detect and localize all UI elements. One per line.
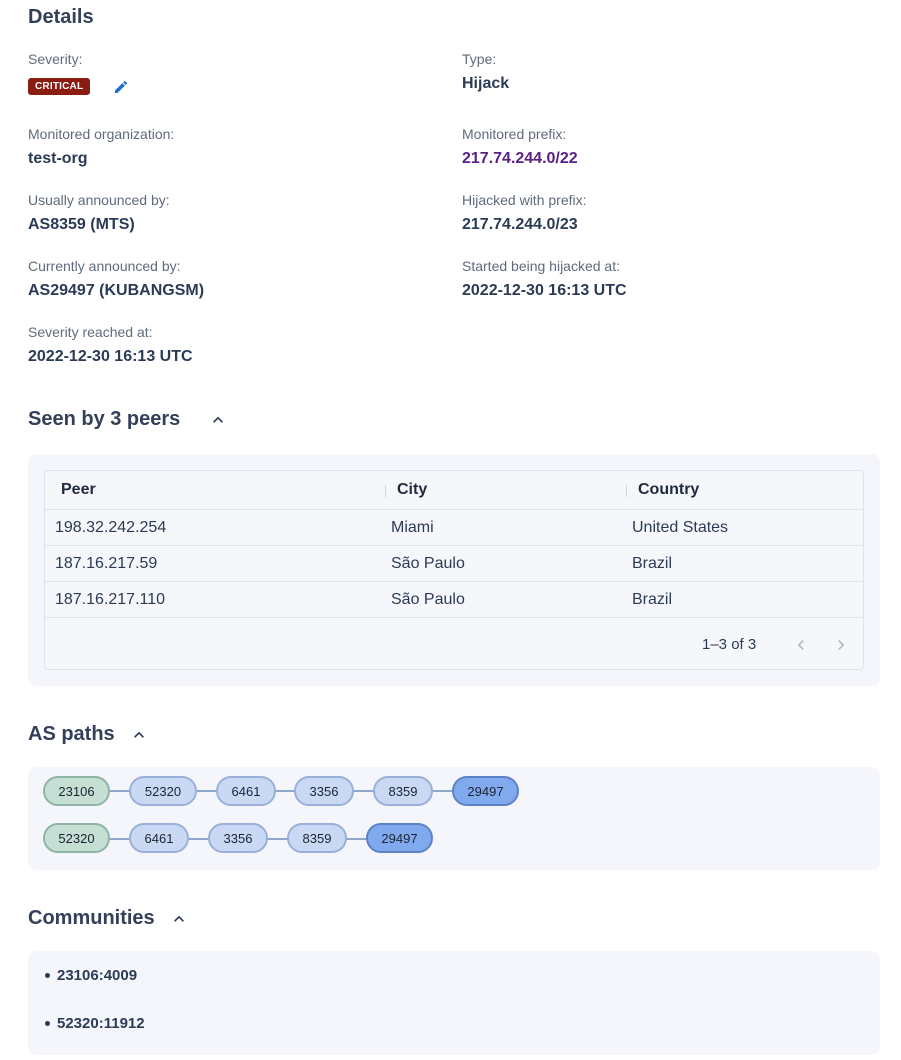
community-value: 52320:11912 <box>57 1015 145 1032</box>
city-cell: São Paulo <box>391 554 465 572</box>
as-node[interactable]: 8359 <box>373 776 433 806</box>
type-value: Hijack <box>462 75 510 92</box>
org-field: Monitored organization: test-org <box>28 125 174 169</box>
as-node[interactable]: 3356 <box>208 823 268 853</box>
hijacked-prefix-value: 217.74.244.0/23 <box>462 216 578 233</box>
peer-cell: 187.16.217.59 <box>55 554 158 572</box>
usual-field: Usually announced by: AS8359 (MTS) <box>28 191 170 235</box>
table-row[interactable]: 187.16.217.110 São Paulo Brazil <box>45 582 863 618</box>
column-header-city[interactable]: City <box>397 471 427 509</box>
usual-label: Usually announced by: <box>28 192 170 208</box>
as-node[interactable]: 29497 <box>366 823 433 853</box>
as-node[interactable]: 52320 <box>43 823 110 853</box>
country-cell: Brazil <box>632 554 673 572</box>
current-field: Currently announced by: AS29497 (KUBANGS… <box>28 257 204 301</box>
as-paths-section-header: AS paths <box>28 723 149 746</box>
chevron-left-icon <box>797 640 804 650</box>
peers-section-header: Seen by 3 peers <box>28 408 228 431</box>
as-node[interactable]: 6461 <box>216 776 276 806</box>
peer-cell: 187.16.217.110 <box>55 590 166 608</box>
table-row[interactable]: 187.16.217.59 São Paulo Brazil <box>45 546 863 582</box>
severity-field: Severity: CRITICAL <box>28 50 129 96</box>
as-node[interactable]: 8359 <box>287 823 347 853</box>
details-title: Details <box>28 6 94 28</box>
as-paths-title: AS paths <box>28 723 115 745</box>
column-separator[interactable] <box>385 485 386 497</box>
peers-panel: Peer City Country 198.32.242.254 Miami U… <box>28 454 880 686</box>
column-header-country[interactable]: Country <box>638 471 699 509</box>
chevron-right-icon <box>838 640 845 650</box>
as-node[interactable]: 29497 <box>452 776 519 806</box>
city-cell: Miami <box>391 518 434 536</box>
previous-page-button[interactable] <box>789 633 813 657</box>
severity-label: Severity: <box>28 51 83 67</box>
bullet-icon <box>45 1021 50 1026</box>
prefix-link[interactable]: 217.74.244.0/22 <box>462 149 578 169</box>
peers-title: Seen by 3 peers <box>28 408 181 430</box>
table-header-row: Peer City Country <box>45 471 863 510</box>
communities-panel: 23106:4009 52320:11912 <box>28 951 880 1055</box>
peers-table: Peer City Country 198.32.242.254 Miami U… <box>44 470 864 670</box>
type-label: Type: <box>462 51 497 67</box>
started-label: Started being hijacked at: <box>462 258 620 274</box>
country-cell: United States <box>632 518 729 536</box>
severity-reached-value: 2022-12-30 16:13 UTC <box>28 348 193 365</box>
org-label: Monitored organization: <box>28 126 175 142</box>
country-cell: Brazil <box>632 590 673 608</box>
city-cell: São Paulo <box>391 590 465 608</box>
severity-reached-field: Severity reached at: 2022-12-30 16:13 UT… <box>28 323 193 367</box>
current-value: AS29497 (KUBANGSM) <box>28 282 205 299</box>
as-node[interactable]: 3356 <box>294 776 354 806</box>
as-node[interactable]: 6461 <box>129 823 189 853</box>
table-row[interactable]: 198.32.242.254 Miami United States <box>45 510 863 546</box>
communities-section-header: Communities <box>28 907 189 930</box>
column-separator[interactable] <box>626 485 627 497</box>
communities-title: Communities <box>28 907 155 929</box>
hijacked-prefix-field: Hijacked with prefix: 217.74.244.0/23 <box>462 191 587 235</box>
chevron-up-icon[interactable] <box>208 410 228 430</box>
as-node[interactable]: 52320 <box>129 776 197 806</box>
started-value: 2022-12-30 16:13 UTC <box>462 282 627 299</box>
as-node[interactable]: 23106 <box>43 776 110 806</box>
prefix-label: Monitored prefix: <box>462 126 567 142</box>
org-value: test-org <box>28 150 88 167</box>
list-item: 23106:4009 <box>45 967 137 984</box>
usual-value: AS8359 (MTS) <box>28 216 135 233</box>
next-page-button[interactable] <box>829 633 853 657</box>
type-field: Type: Hijack <box>462 50 509 94</box>
column-header-peer[interactable]: Peer <box>61 471 96 509</box>
community-value: 23106:4009 <box>57 967 138 984</box>
started-field: Started being hijacked at: 2022-12-30 16… <box>462 257 627 301</box>
table-footer: 1–3 of 3 <box>45 618 863 669</box>
prefix-field: Monitored prefix: 217.74.244.0/22 <box>462 125 578 169</box>
hijacked-prefix-label: Hijacked with prefix: <box>462 192 587 208</box>
edit-icon[interactable] <box>113 79 129 95</box>
chevron-up-icon[interactable] <box>169 909 189 929</box>
list-item: 52320:11912 <box>45 1015 145 1032</box>
as-paths-panel: 23106 52320 6461 3356 8359 29497 52320 6… <box>28 767 880 870</box>
pagination-text: 1–3 of 3 <box>702 636 757 653</box>
severity-reached-label: Severity reached at: <box>28 324 153 340</box>
peer-cell: 198.32.242.254 <box>55 518 167 536</box>
current-label: Currently announced by: <box>28 258 181 274</box>
chevron-up-icon[interactable] <box>129 725 149 745</box>
severity-badge: CRITICAL <box>28 78 91 96</box>
bullet-icon <box>45 973 50 978</box>
